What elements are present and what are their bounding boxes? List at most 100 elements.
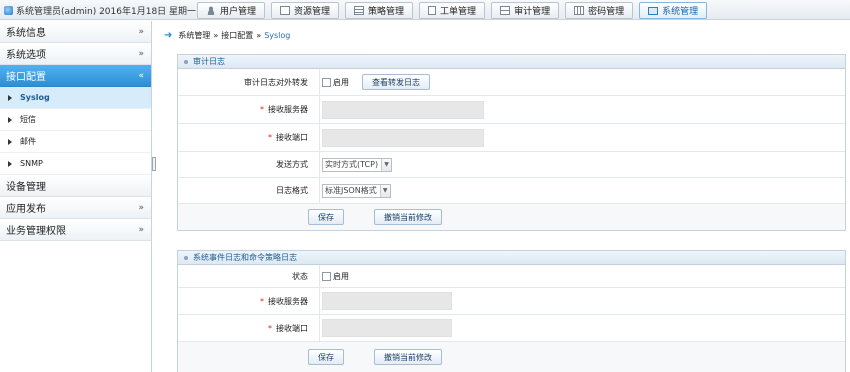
sidebar-item-app-publish[interactable]: 应用发布 » [0,197,151,219]
tab-label: 用户管理 [220,7,257,17]
form-row-status: 状态 启用 [178,265,845,288]
sidebar-collapse-handle[interactable] [152,157,156,171]
triangle-right-icon [8,116,12,123]
view-forward-log-button[interactable]: 查看转发日志 [362,74,430,90]
server-input[interactable] [322,100,484,119]
tab-label: 资源管理 [294,7,331,17]
chevron-down-icon: » [138,26,143,37]
sidebar-item-system-options[interactable]: 系统选项 » [0,43,151,65]
sidebar-subitem-snmp[interactable]: SNMP [0,153,151,175]
tab-policy-management[interactable]: 策略管理 [345,2,414,19]
event-save-button[interactable]: 保存 [308,349,344,365]
form-row-actions: 保存 撤销当前修改 [178,342,845,372]
tab-audit-management[interactable]: 审计管理 [491,2,560,19]
system-icon [648,6,659,15]
tab-label: 策略管理 [368,7,405,17]
field-label: * 接收端口 [178,124,319,151]
send-mode-select[interactable]: 实时方式(TCP) ▼ [322,157,393,172]
user-info: 系统管理员(admin) 2016年1月18日 星期一 [4,4,196,17]
sidebar-item-label: 系统信息 [6,28,46,39]
breadcrumb: ➜ 系统管理 » 接口配置 » Syslog [164,30,290,41]
sidebar-item-business-permissions[interactable]: 业务管理权限 » [0,219,151,241]
cancel-changes-button[interactable]: 撤销当前修改 [374,209,442,225]
server-label: 接收服务器 [268,296,308,306]
policy-icon [354,6,365,15]
breadcrumb-separator: » [213,31,219,40]
sidebar-item-system-info[interactable]: 系统信息 » [0,21,151,43]
sidebar-item-label: 业务管理权限 [6,226,66,237]
status-label: 状态 [292,271,308,281]
tab-password-management[interactable]: 密码管理 [565,2,634,19]
server-label: 接收服务器 [268,105,308,114]
required-mark: * [268,323,272,333]
field-value: 启用 [319,265,845,287]
chevron-down-icon: ▼ [381,158,392,171]
sidebar-item-label: 设备管理 [6,182,46,193]
tab-resource-management[interactable]: 资源管理 [271,2,340,19]
bullet-icon [184,59,188,64]
triangle-right-icon [8,94,12,101]
panel-header: 系统事件日志和命令策略日志 [178,251,845,265]
breadcrumb-root[interactable]: 系统管理 [178,30,210,41]
user-icon [206,6,216,15]
sidebar-subitem-syslog[interactable]: Syslog [0,87,151,109]
chevron-down-icon: » [138,48,143,59]
triangle-right-icon [8,160,12,167]
forward-enable-checkbox[interactable] [322,77,331,87]
sidebar-item-device-management[interactable]: 设备管理 [0,175,151,197]
tab-label: 工单管理 [440,7,477,17]
sidebar-subitem-label: Syslog [20,93,50,102]
sidebar-subitem-email[interactable]: 邮件 [0,131,151,153]
user-info-text: 系统管理员(admin) 2016年1月18日 星期一 [16,7,197,17]
event-server-input[interactable] [322,292,452,310]
sidebar-item-interface-config[interactable]: 接口配置 « [0,65,151,87]
field-value [319,288,845,314]
save-button[interactable]: 保存 [308,209,344,225]
logo-icon [4,6,13,15]
event-port-input[interactable] [322,319,452,337]
sidebar: 系统信息 » 系统选项 » 接口配置 « Syslog 短信 邮件 SNMP 设备管理… [0,21,152,372]
breadcrumb-separator: » [256,31,262,40]
status-enable-checkbox[interactable] [322,271,331,281]
field-label: 发送方式 [178,152,319,177]
tab-user-management[interactable]: 用户管理 [197,2,266,19]
port-input[interactable] [322,128,484,147]
tab-label: 审计管理 [514,7,551,17]
audit-log-panel: 审计日志 审计日志对外转发 启用 查看转发日志 * 接收服务器 * 接收端口 发送方… [177,54,846,231]
main-content: ➜ 系统管理 » 接口配置 » Syslog 审计日志 审计日志对外转发 启用 … [158,21,850,372]
enable-label: 启用 [333,77,349,87]
form-row-server: * 接收服务器 [178,96,845,124]
field-label: * 接收服务器 [178,288,319,314]
form-row-port: * 接收端口 [178,124,845,152]
resource-icon [280,6,291,15]
form-row-server: * 接收服务器 [178,288,845,315]
tab-system-management[interactable]: 系统管理 [639,2,708,19]
field-label: 状态 [178,265,319,287]
panel-title: 审计日志 [193,57,225,66]
tab-ticket-management[interactable]: 工单管理 [419,2,486,19]
breadcrumb-parent[interactable]: 接口配置 [221,30,253,41]
ticket-icon [428,6,437,15]
enable-label: 启用 [333,271,349,281]
arrow-right-icon: ➜ [164,30,173,41]
password-icon [574,6,585,15]
field-value: 实时方式(TCP) ▼ [319,152,845,177]
required-mark: * [260,296,264,306]
actions: 保存 撤销当前修改 [178,342,845,372]
chevron-up-icon: « [138,70,143,81]
chevron-down-icon: » [138,224,143,235]
event-log-panel: 系统事件日志和命令策略日志 状态 启用 * 接收服务器 * 接收端口 保存 撤销当前… [177,250,846,372]
sidebar-subitem-sms[interactable]: 短信 [0,109,151,131]
field-value [319,96,845,123]
form-row-log-format: 日志格式 标准JSON格式 ▼ [178,178,845,204]
tab-label: 密码管理 [588,7,625,17]
required-mark: * [260,105,264,114]
log-format-select[interactable]: 标准JSON格式 ▼ [322,183,391,198]
send-mode-label: 发送方式 [276,160,308,169]
field-label: * 接收端口 [178,315,319,341]
chevron-down-icon: ▼ [379,184,390,197]
event-cancel-changes-button[interactable]: 撤销当前修改 [374,349,442,365]
required-mark: * [268,133,272,142]
form-row-port: * 接收端口 [178,315,845,342]
field-value [319,124,845,151]
